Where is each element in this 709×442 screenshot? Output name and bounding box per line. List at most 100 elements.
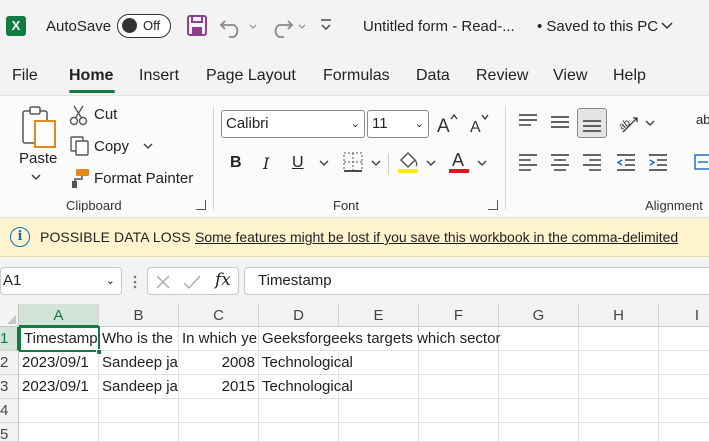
fill-color-dropdown-icon[interactable] bbox=[425, 158, 437, 168]
scissors-icon[interactable] bbox=[69, 104, 89, 126]
cell[interactable] bbox=[499, 351, 579, 375]
orientation-icon[interactable]: ab bbox=[617, 112, 641, 134]
cut-button[interactable]: Cut bbox=[94, 106, 117, 123]
cell-c2[interactable]: 2008 bbox=[179, 351, 259, 375]
cell-b1[interactable]: Who is the bbox=[99, 327, 179, 351]
cell-b3[interactable]: Sandeep ja bbox=[99, 375, 179, 399]
cell-c1[interactable]: In which ye bbox=[179, 327, 259, 351]
select-all-button[interactable] bbox=[0, 304, 19, 327]
bold-button[interactable]: B bbox=[230, 154, 242, 172]
decrease-indent-icon[interactable] bbox=[615, 152, 637, 172]
cell-d1[interactable]: Geeksforgeeks targets which sector bbox=[259, 327, 500, 351]
column-header-b[interactable]: B bbox=[99, 304, 179, 327]
row-header-5[interactable]: 5 bbox=[0, 423, 19, 442]
cell[interactable] bbox=[659, 399, 709, 423]
cell[interactable] bbox=[259, 399, 339, 423]
message-link[interactable]: Some features might be lost if you save … bbox=[195, 229, 678, 245]
increase-indent-icon[interactable] bbox=[647, 152, 669, 172]
column-header-d[interactable]: D bbox=[259, 304, 339, 327]
fill-color-icon[interactable] bbox=[397, 148, 421, 174]
row-header-1[interactable]: 1 bbox=[0, 327, 19, 351]
redo-icon[interactable] bbox=[268, 13, 294, 39]
align-left-icon[interactable] bbox=[517, 152, 539, 172]
cell[interactable] bbox=[499, 327, 579, 351]
cell[interactable] bbox=[659, 423, 709, 442]
cell[interactable] bbox=[499, 423, 579, 442]
cell[interactable] bbox=[499, 399, 579, 423]
font-name-select[interactable]: Calibri ⌄ bbox=[221, 110, 365, 138]
paste-dropdown-icon[interactable] bbox=[30, 172, 42, 182]
cell[interactable] bbox=[419, 351, 499, 375]
copy-icon[interactable] bbox=[69, 135, 91, 157]
font-color-icon[interactable]: A bbox=[449, 148, 471, 174]
cell[interactable] bbox=[579, 399, 659, 423]
cell[interactable] bbox=[19, 399, 99, 423]
cell[interactable] bbox=[419, 375, 499, 399]
insert-function-icon[interactable]: fx bbox=[215, 270, 231, 290]
column-header-h[interactable]: H bbox=[579, 304, 659, 327]
cell[interactable] bbox=[259, 423, 339, 442]
cell-d3[interactable]: Technological bbox=[259, 375, 353, 399]
cell[interactable] bbox=[579, 423, 659, 442]
tab-file[interactable]: File bbox=[12, 67, 38, 85]
font-launcher-icon[interactable] bbox=[488, 200, 498, 210]
cell[interactable] bbox=[419, 423, 499, 442]
paste-icon[interactable] bbox=[20, 105, 58, 149]
column-header-c[interactable]: C bbox=[179, 304, 259, 327]
tab-review[interactable]: Review bbox=[476, 67, 528, 85]
decrease-font-size-icon[interactable]: A bbox=[468, 112, 492, 136]
cell-a2[interactable]: 2023/09/1 bbox=[19, 351, 99, 375]
chevron-down-icon[interactable] bbox=[660, 19, 674, 33]
tab-view[interactable]: View bbox=[553, 67, 587, 85]
font-size-select[interactable]: 11 ⌄ bbox=[367, 110, 429, 138]
autosave-toggle[interactable]: Off bbox=[117, 14, 171, 38]
cell[interactable] bbox=[179, 399, 259, 423]
format-painter-button[interactable]: Format Painter bbox=[94, 170, 193, 187]
save-status[interactable]: • Saved to this PC bbox=[537, 18, 658, 35]
cell[interactable] bbox=[419, 399, 499, 423]
cell[interactable] bbox=[659, 375, 709, 399]
cell[interactable] bbox=[179, 423, 259, 442]
cell-b2[interactable]: Sandeep ja bbox=[99, 351, 179, 375]
align-bottom-button[interactable] bbox=[577, 108, 607, 138]
align-center-icon[interactable] bbox=[549, 152, 571, 172]
row-header-2[interactable]: 2 bbox=[0, 351, 19, 375]
orientation-dropdown-icon[interactable] bbox=[644, 118, 656, 128]
borders-dropdown-icon[interactable] bbox=[370, 158, 382, 168]
clipboard-launcher-icon[interactable] bbox=[196, 200, 206, 210]
increase-font-size-icon[interactable]: A bbox=[436, 112, 460, 136]
cell[interactable] bbox=[579, 327, 659, 351]
tab-help[interactable]: Help bbox=[613, 67, 646, 85]
name-box[interactable]: A1 ⌄ bbox=[0, 267, 122, 295]
paste-button[interactable]: Paste bbox=[19, 150, 57, 167]
fill-handle[interactable] bbox=[96, 349, 102, 355]
formula-input[interactable]: Timestamp bbox=[244, 267, 709, 295]
cell[interactable] bbox=[339, 423, 419, 442]
row-header-4[interactable]: 4 bbox=[0, 399, 19, 423]
undo-dropdown-icon[interactable] bbox=[248, 13, 258, 39]
tab-data[interactable]: Data bbox=[416, 67, 450, 85]
enter-check-icon[interactable] bbox=[182, 273, 202, 291]
wrap-text-label[interactable]: ab bbox=[696, 112, 709, 127]
customize-toolbar-icon[interactable] bbox=[319, 13, 333, 39]
underline-dropdown-icon[interactable] bbox=[318, 158, 330, 168]
more-options-icon[interactable] bbox=[132, 274, 138, 290]
cell-a3[interactable]: 2023/09/1 bbox=[19, 375, 99, 399]
tab-home[interactable]: Home bbox=[69, 67, 113, 85]
cell[interactable] bbox=[339, 399, 419, 423]
cell[interactable] bbox=[579, 351, 659, 375]
column-header-i[interactable]: I bbox=[659, 304, 709, 327]
column-header-a[interactable]: A bbox=[19, 304, 99, 327]
column-header-f[interactable]: F bbox=[419, 304, 499, 327]
column-header-g[interactable]: G bbox=[499, 304, 579, 327]
chevron-down-icon[interactable]: ⌄ bbox=[106, 268, 115, 294]
merge-center-icon[interactable] bbox=[694, 152, 709, 172]
tab-formulas[interactable]: Formulas bbox=[323, 67, 390, 85]
format-painter-icon[interactable] bbox=[67, 167, 91, 189]
redo-dropdown-icon[interactable] bbox=[297, 13, 307, 39]
align-top-icon[interactable] bbox=[517, 112, 539, 132]
column-header-e[interactable]: E bbox=[339, 304, 419, 327]
save-icon[interactable] bbox=[186, 13, 208, 39]
borders-icon[interactable] bbox=[342, 151, 364, 173]
copy-button[interactable]: Copy bbox=[94, 138, 129, 155]
